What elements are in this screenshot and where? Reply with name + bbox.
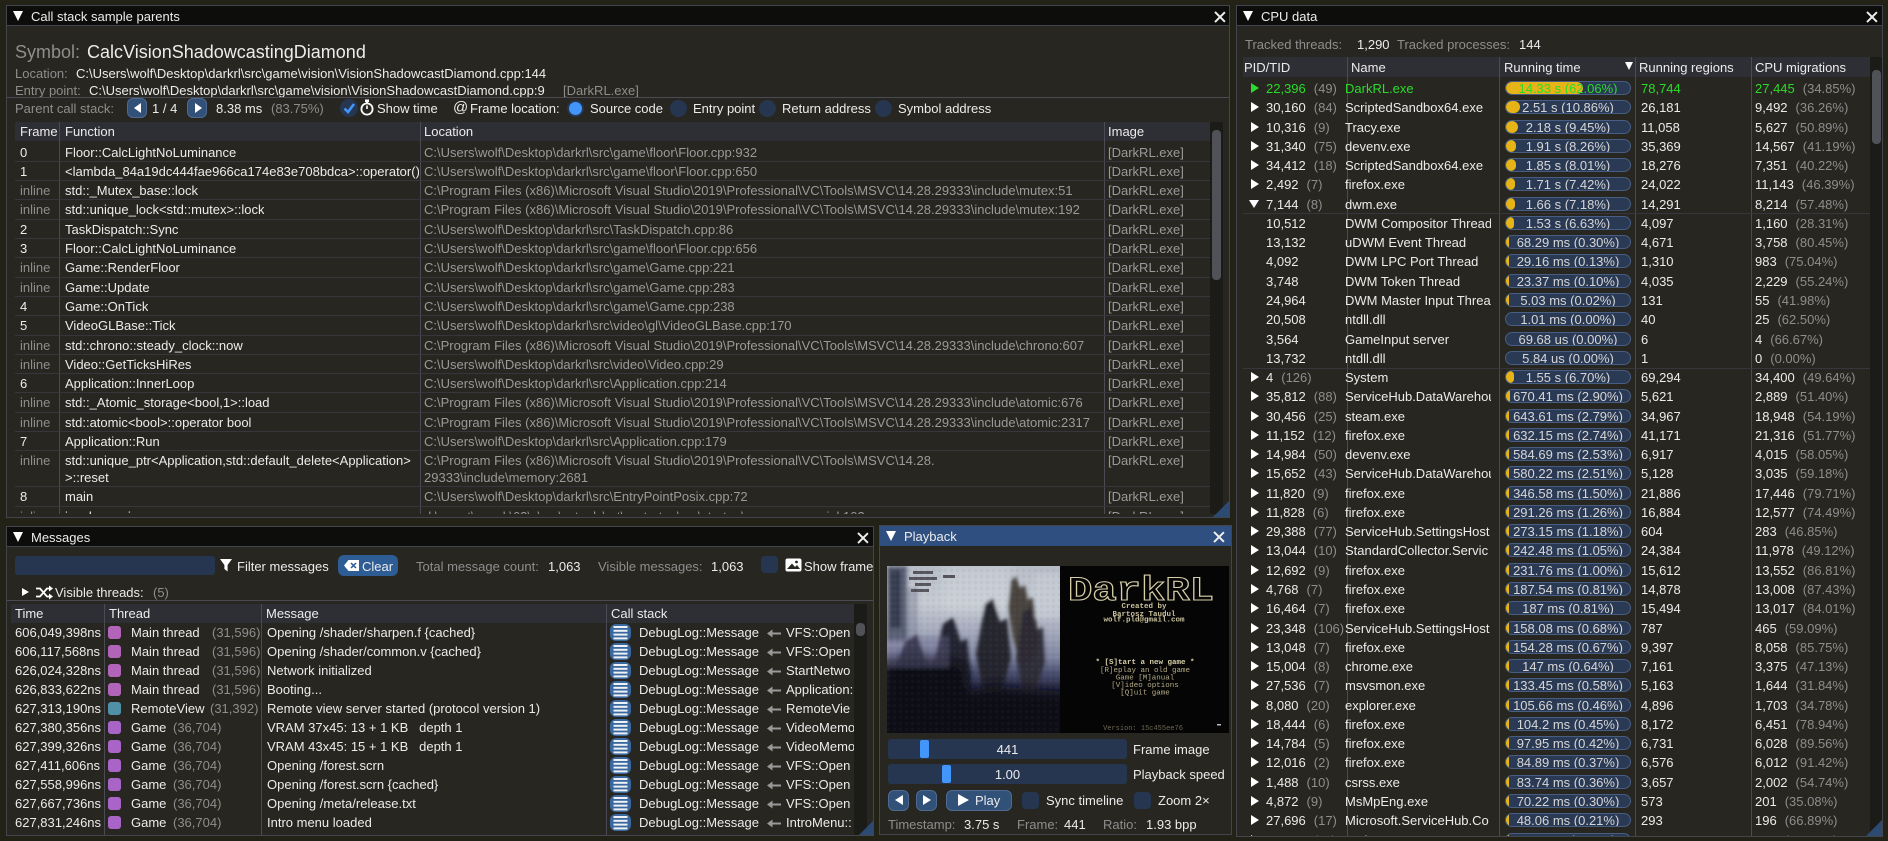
svg-text:wolf.pld@gmail.com: wolf.pld@gmail.com xyxy=(1103,617,1185,625)
svg-text:* [S]tart a new game *: * [S]tart a new game * xyxy=(1095,659,1194,667)
svg-text:[Q]uit game: [Q]uit game xyxy=(1120,690,1170,698)
svg-text:Version: 15c455ee76: Version: 15c455ee76 xyxy=(1103,725,1183,733)
svg-text:Created by: Created by xyxy=(1121,603,1167,611)
